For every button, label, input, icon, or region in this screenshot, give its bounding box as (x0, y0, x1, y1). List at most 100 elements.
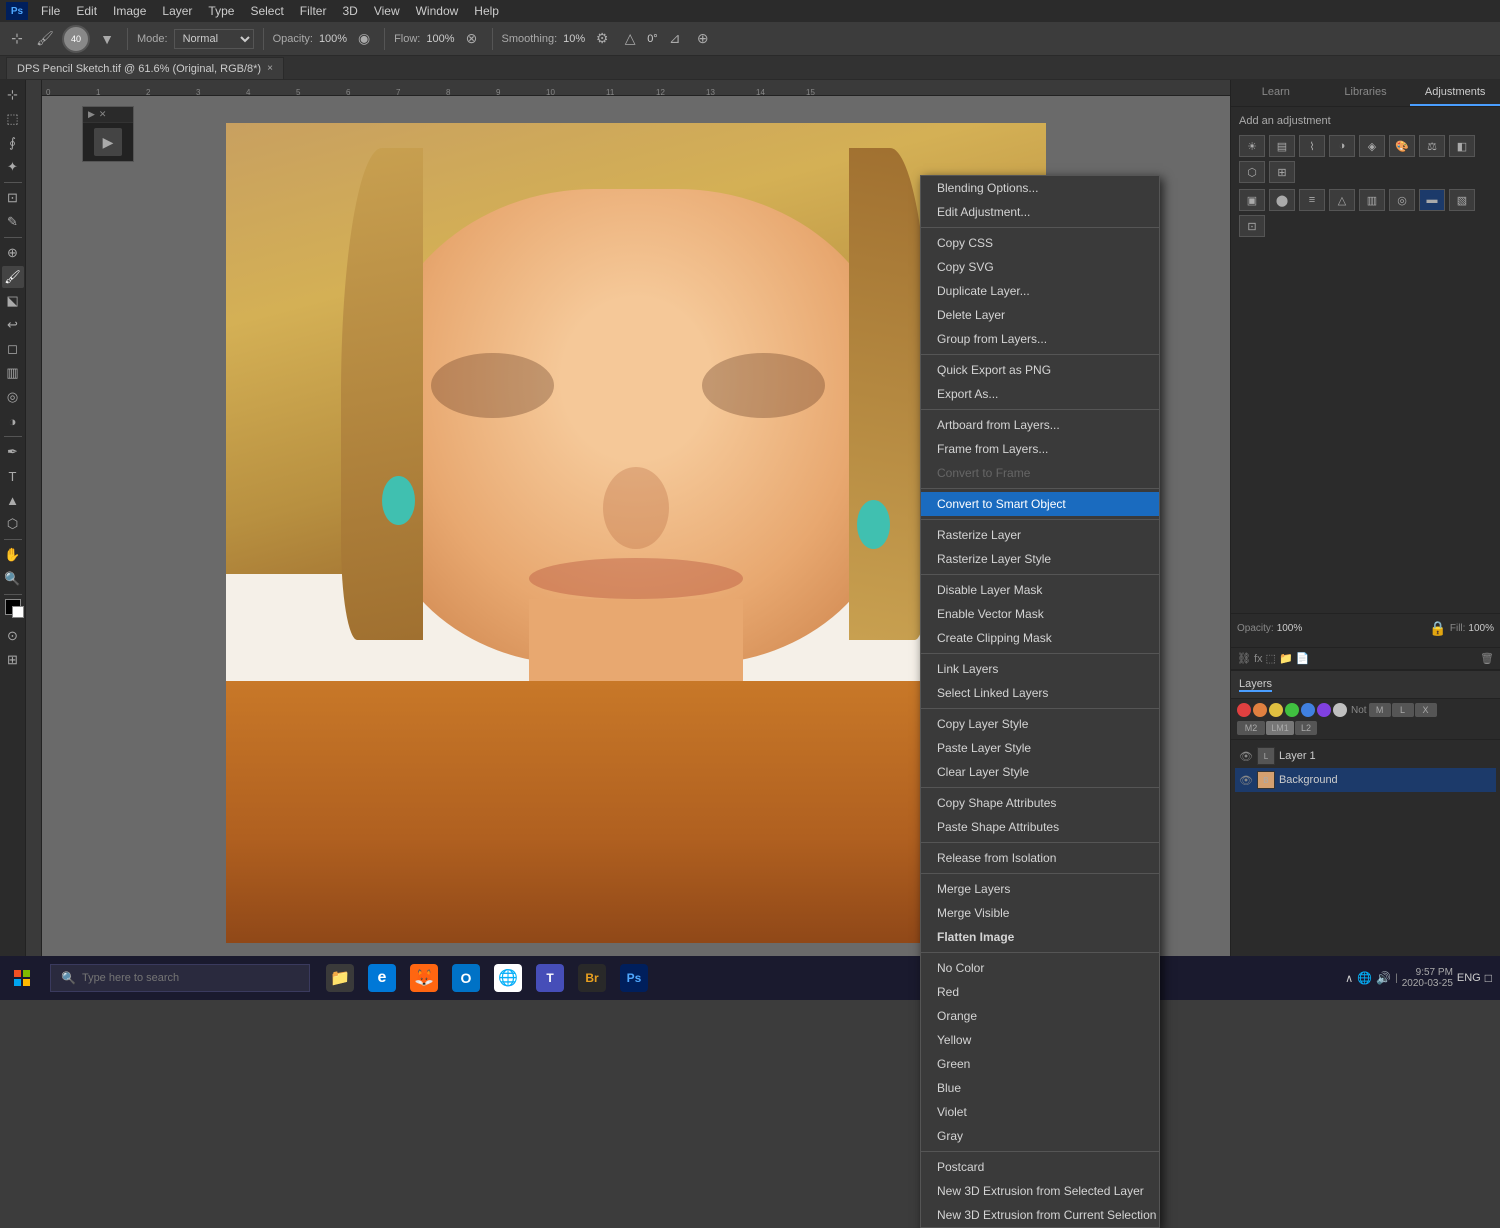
ctx-merge-layers[interactable]: Merge Layers (921, 877, 1159, 901)
gear-icon[interactable]: ⚙ (591, 28, 613, 50)
menu-type[interactable]: Type (201, 2, 241, 20)
add-style-icon[interactable]: fx (1254, 653, 1263, 665)
menu-layer[interactable]: Layer (155, 2, 199, 20)
swatch-orange[interactable] (1253, 703, 1267, 717)
ctx-paste-shape-attrs[interactable]: Paste Shape Attributes (921, 815, 1159, 839)
delete-layer-icon[interactable]: 🗑 (1480, 652, 1494, 665)
ctx-paste-layer-style[interactable]: Paste Layer Style (921, 736, 1159, 760)
notification-icon[interactable]: □ (1485, 971, 1492, 985)
black-white-icon[interactable]: ◧ (1449, 135, 1475, 157)
opacity-icon[interactable]: ◉ (353, 28, 375, 50)
ctx-copy-css[interactable]: Copy CSS (921, 231, 1159, 255)
ctx-group-from-layers[interactable]: Group from Layers... (921, 327, 1159, 351)
ctx-flatten-image[interactable]: Flatten Image (921, 925, 1159, 949)
taskbar-app-outlook[interactable]: O (446, 956, 486, 1000)
menu-window[interactable]: Window (409, 2, 466, 20)
clock[interactable]: 9:57 PM 2020-03-25 (1402, 967, 1453, 989)
taskbar-app-teams[interactable]: T (530, 956, 570, 1000)
swatch-yellow[interactable] (1269, 703, 1283, 717)
taskbar-app-edge[interactable]: e (362, 956, 402, 1000)
menu-help[interactable]: Help (467, 2, 506, 20)
pen-tool[interactable]: ✒ (2, 441, 24, 463)
document-tab[interactable]: DPS Pencil Sketch.tif @ 61.6% (Original,… (6, 57, 284, 79)
gradient-map-icon[interactable]: ▥ (1359, 189, 1385, 211)
ctx-green[interactable]: Green (921, 1052, 1159, 1076)
menu-file[interactable]: File (34, 2, 67, 20)
taskbar-search-input[interactable] (82, 972, 299, 984)
pattern-fill-icon[interactable]: ⊡ (1239, 215, 1265, 237)
blur-tool[interactable]: ◎ (2, 386, 24, 408)
ctx-new-3d-selected[interactable]: New 3D Extrusion from Selected Layer (921, 1179, 1159, 1203)
brush-preset-icon[interactable]: ▼ (96, 28, 118, 50)
move-tool[interactable]: ⊹ (2, 84, 24, 106)
add-mask-icon[interactable]: ⬚ (1266, 652, 1276, 665)
language-indicator[interactable]: ENG (1457, 972, 1481, 984)
tab-adjustments[interactable]: Adjustments (1410, 80, 1500, 106)
rectangle-select-tool[interactable]: ⬚ (2, 108, 24, 130)
menu-select[interactable]: Select (243, 2, 290, 20)
menu-view[interactable]: View (367, 2, 407, 20)
ctx-blending-options[interactable]: Blending Options... (921, 176, 1159, 200)
posterize-icon[interactable]: ≡ (1299, 189, 1325, 211)
mode-select[interactable]: Normal (174, 29, 254, 49)
symmetry-icon[interactable]: ⊿ (664, 28, 686, 50)
history-brush-tool[interactable]: ↩ (2, 314, 24, 336)
ctx-rasterize-layer[interactable]: Rasterize Layer (921, 523, 1159, 547)
brush-tool[interactable]: 🖌 (2, 266, 24, 288)
ctx-copy-shape-attrs[interactable]: Copy Shape Attributes (921, 791, 1159, 815)
threshold-icon[interactable]: △ (1329, 189, 1355, 211)
create-group-icon[interactable]: 📁 (1279, 652, 1293, 665)
ctx-postcard[interactable]: Postcard (921, 1155, 1159, 1179)
tab-learn[interactable]: Learn (1231, 80, 1321, 106)
ctx-frame-from-layers[interactable]: Frame from Layers... (921, 437, 1159, 461)
menu-3d[interactable]: 3D (335, 2, 364, 20)
taskbar-app-firefox[interactable]: 🦊 (404, 956, 444, 1000)
ctx-new-3d-current[interactable]: New 3D Extrusion from Current Selection (921, 1203, 1159, 1227)
ctx-orange[interactable]: Orange (921, 1004, 1159, 1028)
swatch-violet[interactable] (1317, 703, 1331, 717)
magic-wand-tool[interactable]: ✦ (2, 156, 24, 178)
crop-tool[interactable]: ⊡ (2, 187, 24, 209)
type-tool[interactable]: T (2, 465, 24, 487)
layer-visibility-icon[interactable]: 👁 (1239, 750, 1253, 763)
brush-icon[interactable]: 🖌 (34, 28, 56, 50)
ctx-create-clipping-mask[interactable]: Create Clipping Mask (921, 626, 1159, 650)
ctx-gray[interactable]: Gray (921, 1124, 1159, 1148)
create-layer-icon[interactable]: 📄 (1296, 652, 1310, 665)
exposure-icon[interactable]: ◑ (1329, 135, 1355, 157)
ctx-duplicate-layer[interactable]: Duplicate Layer... (921, 279, 1159, 303)
start-button[interactable] (0, 956, 44, 1000)
hand-tool[interactable]: ✋ (2, 544, 24, 566)
layers-tab[interactable]: Layers (1239, 678, 1272, 692)
network-icon[interactable]: 🌐 (1357, 971, 1372, 985)
ctx-convert-smart-object[interactable]: Convert to Smart Object (921, 492, 1159, 516)
healing-brush-tool[interactable]: ⊕ (2, 242, 24, 264)
background-color[interactable] (12, 606, 24, 618)
quick-mask-tool[interactable]: ⊙ (2, 625, 24, 647)
color-lookup-icon[interactable]: ▣ (1239, 189, 1265, 211)
tray-up-icon[interactable]: ∧ (1345, 972, 1353, 985)
taskbar-app-photoshop[interactable]: Ps (614, 956, 654, 1000)
dodge-tool[interactable]: ◑ (2, 410, 24, 432)
swatch-gray[interactable] (1333, 703, 1347, 717)
menu-filter[interactable]: Filter (293, 2, 334, 20)
ctx-release-isolation[interactable]: Release from Isolation (921, 846, 1159, 870)
color-balance-icon[interactable]: ⚖ (1419, 135, 1445, 157)
selective-color-icon[interactable]: ◎ (1389, 189, 1415, 211)
channel-mixer-icon[interactable]: ⊞ (1269, 161, 1295, 183)
ctx-merge-visible[interactable]: Merge Visible (921, 901, 1159, 925)
flow-icon[interactable]: ⊗ (461, 28, 483, 50)
taskbar-app-files[interactable]: 📁 (320, 956, 360, 1000)
table-row[interactable]: 👁 B Background (1235, 768, 1496, 792)
ctx-rasterize-layer-style[interactable]: Rasterize Layer Style (921, 547, 1159, 571)
screen-mode-tool[interactable]: ⊞ (2, 649, 24, 671)
eraser-tool[interactable]: ◻ (2, 338, 24, 360)
shape-tool[interactable]: ⬡ (2, 513, 24, 535)
ctx-artboard-from-layers[interactable]: Artboard from Layers... (921, 413, 1159, 437)
ctx-select-linked-layers[interactable]: Select Linked Layers (921, 681, 1159, 705)
clone-stamp-tool[interactable]: ⬕ (2, 290, 24, 312)
curves-icon[interactable]: ⌇ (1299, 135, 1325, 157)
vibrance-icon[interactable]: ◈ (1359, 135, 1385, 157)
link-layers-icon[interactable]: ⛓ (1237, 652, 1251, 665)
invert-icon[interactable]: ⬤ (1269, 189, 1295, 211)
